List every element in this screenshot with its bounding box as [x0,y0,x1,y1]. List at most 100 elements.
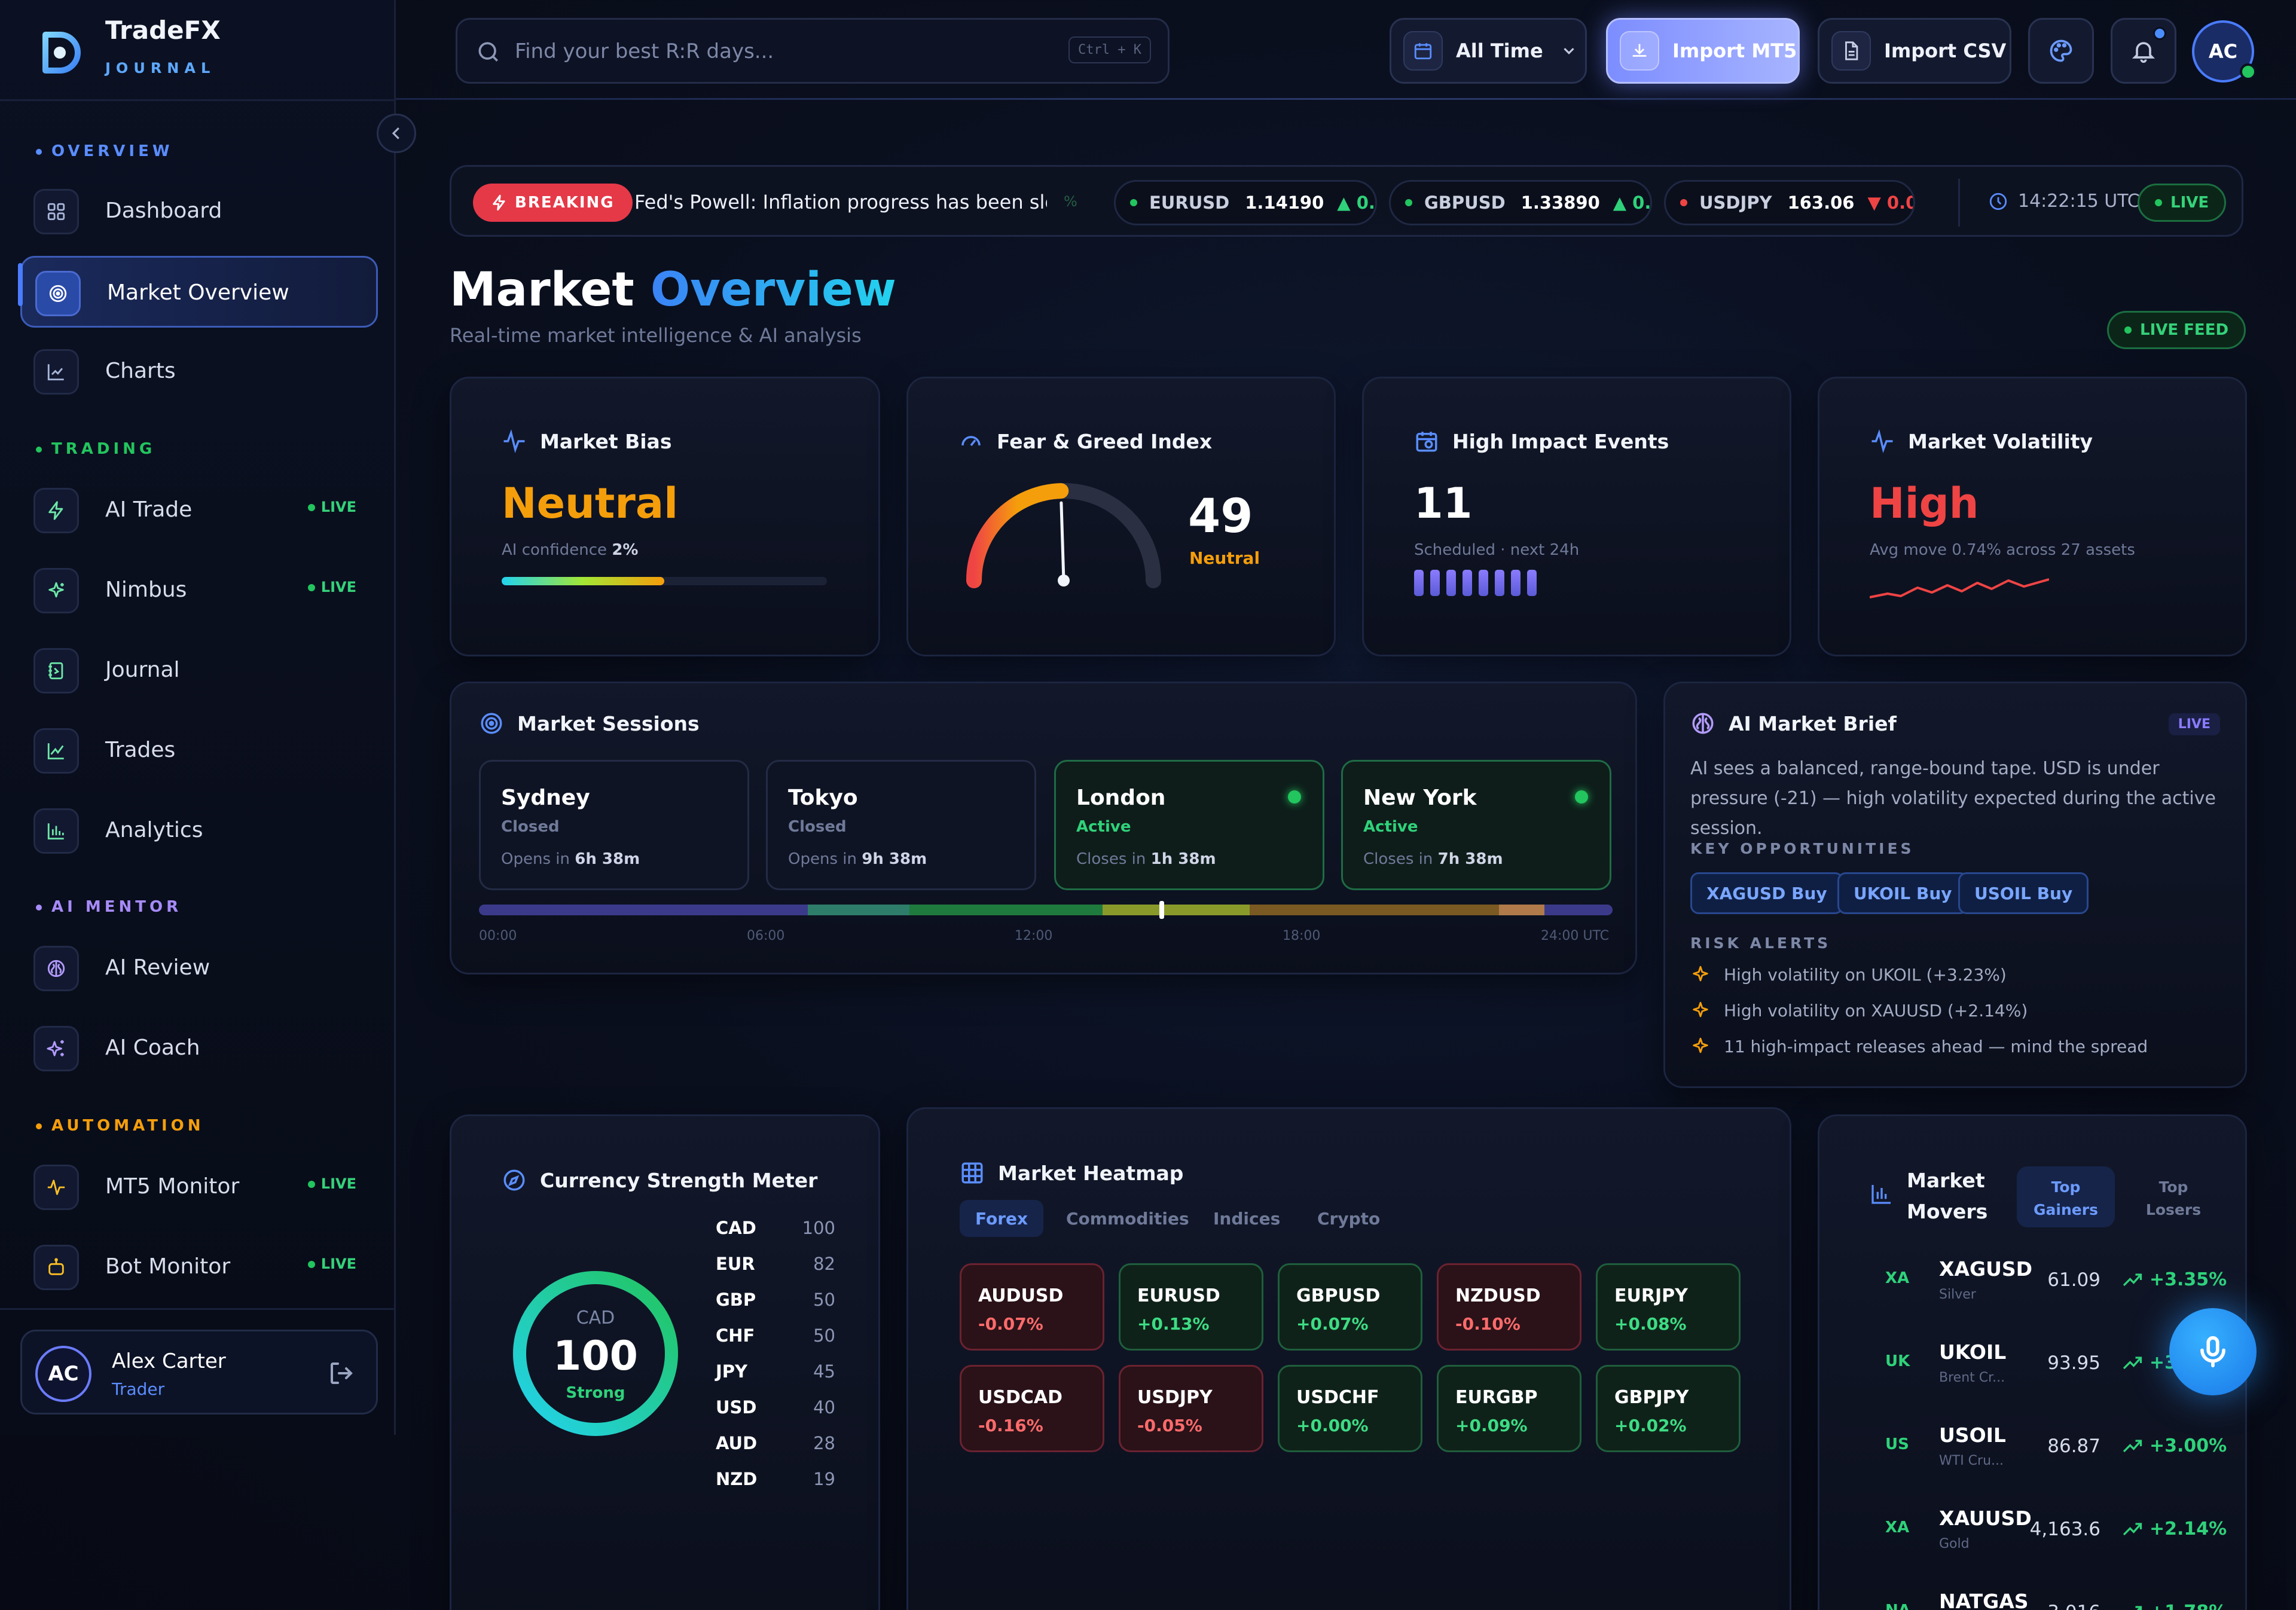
quote-chip-usdjpy[interactable]: USDJPY 163.06 ▼ 0.0 [1664,180,1915,225]
fear-greed-value: 49 [1188,490,1253,543]
sidebar: TradeFX JOURNAL OVERVIEW Dashboard Marke… [0,0,396,1435]
heatmap-card: Market Heatmap Forex Commodities Indices… [906,1107,1791,1610]
sidebar-item-market-overview[interactable]: Market Overview [20,256,378,328]
sidebar-item-bot-monitor[interactable]: Bot Monitor LIVE [20,1232,378,1303]
tab-commodities[interactable]: Commodities [1051,1200,1205,1237]
market-sessions-card: Market Sessions Sydney Closed Opens in 6… [450,682,1637,974]
sidebar-item-trades[interactable]: Trades [20,715,378,787]
heatmap-cell[interactable]: AUDUSD -0.07% [960,1263,1104,1351]
opportunity-chip[interactable]: UKOIL Buy [1837,872,1968,914]
bar-chart-icon [1871,1185,1891,1204]
mover-row[interactable]: XA XAGUSD Silver 61.09 +3.35% [1819,1245,2245,1317]
import-mt5-button[interactable]: Import MT5 [1606,18,1800,84]
heatmap-cell[interactable]: EURJPY +0.08% [1596,1263,1741,1351]
session-tokyo[interactable]: Tokyo Closed Opens in 9h 38m [766,760,1036,890]
tab-top-losers[interactable]: Top Losers [2124,1166,2222,1227]
heatmap-change: -0.10% [1455,1314,1521,1334]
sidebar-item-charts[interactable]: Charts [20,336,378,408]
heatmap-cell[interactable]: USDCAD -0.16% [960,1365,1104,1452]
mover-row[interactable]: NA NATGAS3.016 +1.78% [1819,1578,2245,1610]
sidebar-item-analytics[interactable]: Analytics [20,795,378,867]
heatmap-change: +0.13% [1137,1314,1210,1334]
sidebar-item-dashboard[interactable]: Dashboard [20,176,378,248]
heatmap-cell[interactable]: GBPJPY +0.02% [1596,1365,1741,1452]
quote-chip-gbpusd[interactable]: GBPUSD 1.33890 ▲ 0.07% [1389,180,1652,225]
tab-indices[interactable]: Indices [1198,1200,1296,1237]
import-csv-button[interactable]: Import CSV [1818,18,2011,84]
risk-alerts-heading: RISK ALERTS [1690,934,1831,952]
strength-row: NZD 19 [716,1469,835,1489]
voice-assistant-button[interactable] [2169,1308,2257,1395]
mover-symbol: NATGAS [1939,1590,2029,1610]
heatmap-cell[interactable]: EURGBP +0.09% [1437,1365,1581,1452]
high-impact-note: Scheduled · next 24h [1414,541,1580,559]
event-bar [1527,570,1537,596]
heatmap-cell[interactable]: NZDUSD -0.10% [1437,1263,1581,1351]
session-new-york[interactable]: New York Active Closes in 7h 38m [1341,760,1611,890]
mover-change: +1.78% [2122,1602,2227,1610]
sidebar-item-label: AI Review [105,955,210,980]
bolt-icon [33,488,79,533]
sidebar-item-label: AI Coach [105,1035,200,1060]
user-card[interactable]: AC Alex Carter Trader [20,1330,378,1415]
heatmap-cell[interactable]: EURUSD +0.13% [1119,1263,1263,1351]
calendar-icon [1403,31,1443,71]
search-icon [475,39,502,65]
sidebar-item-ai-review[interactable]: AI Review [20,933,378,1004]
sidebar-item-journal[interactable]: Journal [20,635,378,707]
logo-icon [33,23,91,80]
opportunity-chip[interactable]: USOIL Buy [1958,872,2089,914]
high-impact-value: 11 [1414,479,1473,528]
notifications-button[interactable] [2111,18,2176,84]
mover-price: 3.016 [2017,1602,2100,1610]
sidebar-item-nimbus[interactable]: Nimbus LIVE [20,555,378,627]
search-bar[interactable]: Ctrl + K [456,18,1170,84]
timeline-tick: 06:00 [747,928,785,943]
live-badge: LIVE [2168,713,2220,735]
bot-icon [33,1245,79,1290]
sidebar-item-ai-trade[interactable]: AI Trade LIVE [20,475,378,546]
bell-icon [2132,42,2155,63]
session-london[interactable]: London Active Closes in 1h 38m [1054,760,1324,890]
heatmap-cell[interactable]: USDCHF +0.00% [1278,1365,1422,1452]
volatility-value: High [1870,479,1979,528]
ring-label: Strong [566,1384,625,1402]
timeline-tick: 12:00 [1015,928,1053,943]
palette-icon [2050,39,2072,62]
session-sydney[interactable]: Sydney Closed Opens in 6h 38m [479,760,749,890]
mover-row[interactable]: US USOIL WTI Cru... 86.87 +3.00% [1819,1412,2245,1483]
heatmap-cell[interactable]: GBPUSD +0.07% [1278,1263,1422,1351]
search-input[interactable] [515,32,1029,71]
tab-crypto[interactable]: Crypto [1302,1200,1396,1237]
sidebar-item-mt5-monitor[interactable]: MT5 Monitor LIVE [20,1151,378,1223]
ticker-partial-text: % [1064,193,1077,210]
quote-chip-eurusd[interactable]: EURUSD 1.14190 ▲ 0.13% [1114,180,1377,225]
chart-icon [33,349,79,395]
mover-price: 4,163.6 [2029,1519,2100,1540]
date-range-select[interactable]: All Time [1390,18,1587,84]
sparkle-icon [33,568,79,613]
sidebar-item-ai-coach[interactable]: AI Coach [20,1013,378,1084]
avatar: AC [35,1346,91,1402]
heatmap-pair: EURGBP [1455,1387,1538,1408]
opportunity-chip[interactable]: XAGUSD Buy [1690,872,1843,914]
heatmap-cell[interactable]: USDJPY -0.05% [1119,1365,1263,1452]
live-badge: LIVE [307,579,356,595]
mover-symbol: UKOIL [1939,1340,2007,1364]
tab-forex[interactable]: Forex [960,1200,1044,1237]
trend-up-icon [2123,1439,2142,1452]
mover-row[interactable]: XA XAUUSD Gold 4,163.6 +2.14% [1819,1495,2245,1566]
tab-top-gainers[interactable]: Top Gainers [2017,1166,2115,1227]
import-mt5-label: Import MT5 [1672,39,1797,62]
breaking-badge: BREAKING [473,184,633,222]
heatmap-change: -0.07% [978,1314,1043,1334]
theme-button[interactable] [2028,18,2094,84]
grid-icon [33,189,79,234]
grid-icon [961,1162,983,1184]
card-title: Market Movers [1907,1169,1988,1223]
sidebar-divider [0,1308,396,1310]
ticker-headline[interactable]: Fed's Powell: Inflation progress has bee… [634,191,1047,213]
logout-icon[interactable] [327,1359,356,1388]
clock-icon [1989,193,2007,210]
collapse-sidebar-button[interactable] [377,114,416,153]
